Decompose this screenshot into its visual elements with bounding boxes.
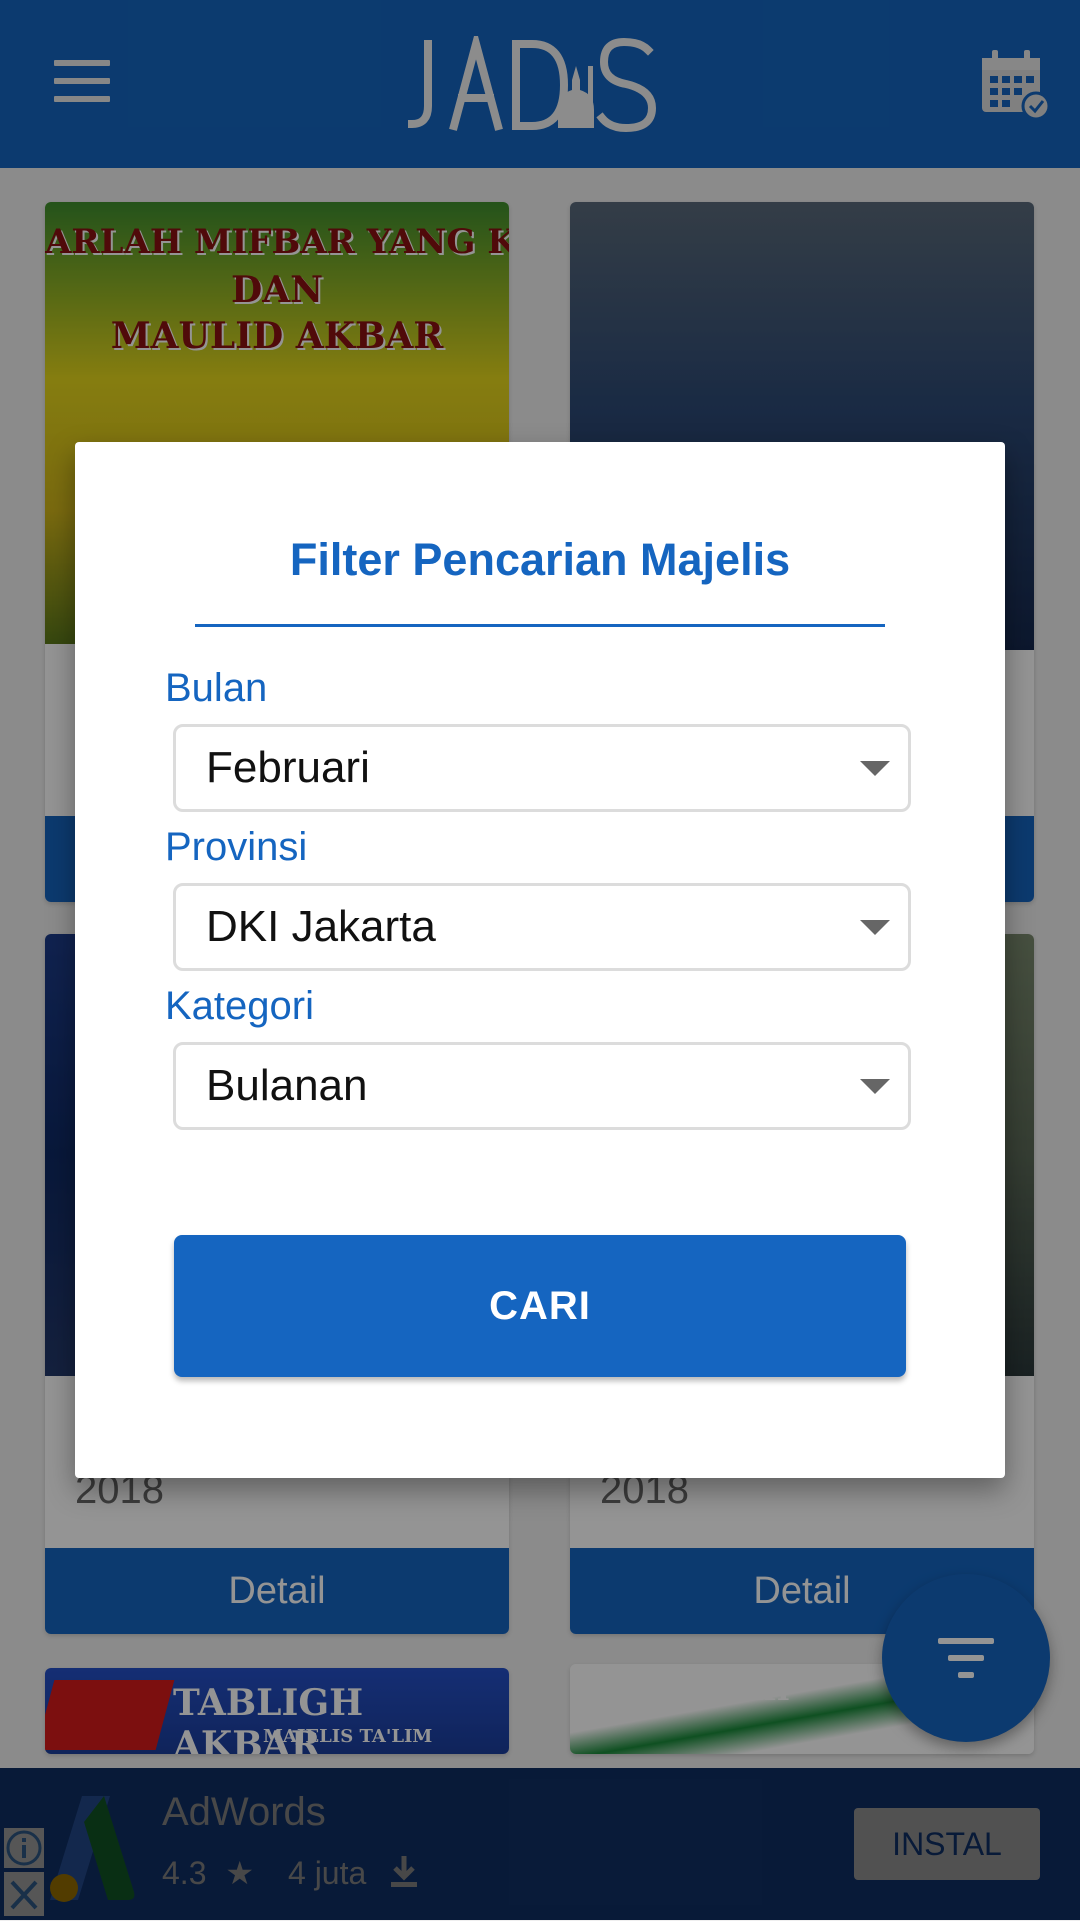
bulan-label: Bulan: [165, 666, 268, 710]
bulan-value: Februari: [206, 743, 370, 792]
provinsi-select[interactable]: DKI Jakarta: [173, 883, 911, 971]
kategori-value: Bulanan: [206, 1061, 368, 1110]
provinsi-label: Provinsi: [165, 825, 308, 869]
dropdown-arrow-icon: [860, 920, 890, 935]
filter-dialog: Filter Pencarian Majelis Bulan Februari …: [75, 442, 1005, 1478]
kategori-select[interactable]: Bulanan: [173, 1042, 911, 1130]
cari-button[interactable]: CARI: [174, 1235, 906, 1377]
kategori-label: Kategori: [165, 984, 314, 1028]
title-divider: [195, 624, 885, 627]
provinsi-value: DKI Jakarta: [206, 902, 436, 951]
dropdown-arrow-icon: [860, 761, 890, 776]
dialog-title: Filter Pencarian Majelis: [289, 534, 791, 585]
dropdown-arrow-icon: [860, 1079, 890, 1094]
bulan-select[interactable]: Februari: [173, 724, 911, 812]
